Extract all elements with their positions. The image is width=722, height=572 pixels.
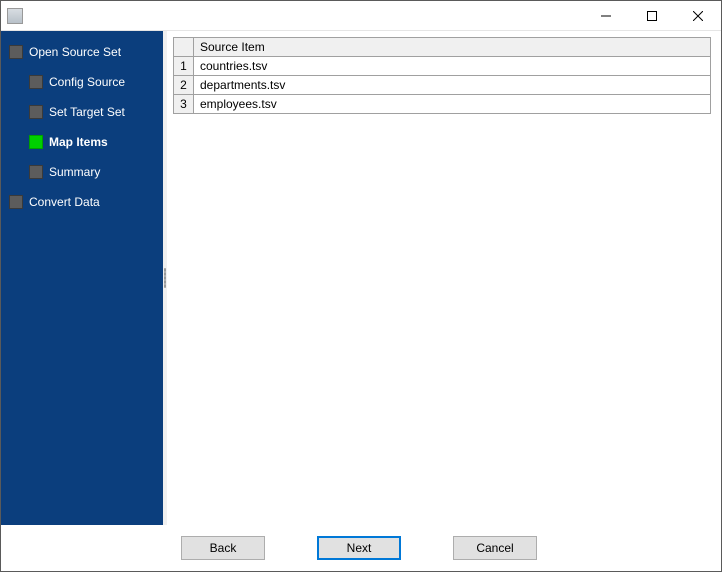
source-item-cell[interactable]: countries.tsv: [194, 57, 711, 76]
table-row[interactable]: 1 countries.tsv: [174, 57, 711, 76]
sidebar-item-label: Open Source Set: [29, 45, 121, 59]
titlebar: [1, 1, 721, 31]
source-item-cell[interactable]: departments.tsv: [194, 76, 711, 95]
row-number: 1: [174, 57, 194, 76]
row-number: 3: [174, 95, 194, 114]
cancel-button[interactable]: Cancel: [453, 536, 537, 560]
row-number: 2: [174, 76, 194, 95]
sidebar-item-config-source[interactable]: Config Source: [1, 71, 163, 93]
step-box-icon: [9, 195, 23, 209]
sidebar-item-set-target-set[interactable]: Set Target Set: [1, 101, 163, 123]
titlebar-left: [1, 8, 23, 24]
step-box-icon: [29, 135, 43, 149]
source-item-cell[interactable]: employees.tsv: [194, 95, 711, 114]
content-area: Open Source Set Config Source Set Target…: [1, 31, 721, 525]
main-panel: Source Item 1 countries.tsv 2 department…: [167, 31, 721, 525]
column-header-source-item[interactable]: Source Item: [194, 38, 711, 57]
source-item-table: Source Item 1 countries.tsv 2 department…: [173, 37, 711, 114]
sidebar-item-convert-data[interactable]: Convert Data: [1, 191, 163, 213]
sidebar-item-label: Map Items: [49, 135, 108, 149]
wizard-sidebar: Open Source Set Config Source Set Target…: [1, 31, 163, 525]
table-row[interactable]: 3 employees.tsv: [174, 95, 711, 114]
sidebar-item-label: Summary: [49, 165, 100, 179]
splitter[interactable]: [163, 31, 167, 525]
sidebar-item-label: Config Source: [49, 75, 125, 89]
sidebar-item-open-source-set[interactable]: Open Source Set: [1, 41, 163, 63]
sidebar-item-label: Convert Data: [29, 195, 100, 209]
wizard-button-bar: Back Next Cancel: [1, 525, 721, 571]
next-button[interactable]: Next: [317, 536, 401, 560]
step-box-icon: [29, 105, 43, 119]
minimize-button[interactable]: [583, 1, 629, 30]
app-window: Open Source Set Config Source Set Target…: [0, 0, 722, 572]
sidebar-item-summary[interactable]: Summary: [1, 161, 163, 183]
step-box-icon: [29, 75, 43, 89]
back-button[interactable]: Back: [181, 536, 265, 560]
maximize-button[interactable]: [629, 1, 675, 30]
table-row[interactable]: 2 departments.tsv: [174, 76, 711, 95]
step-box-icon: [9, 45, 23, 59]
sidebar-item-label: Set Target Set: [49, 105, 125, 119]
step-box-icon: [29, 165, 43, 179]
row-number-header: [174, 38, 194, 57]
app-icon: [7, 8, 23, 24]
window-controls: [583, 1, 721, 30]
sidebar-item-map-items[interactable]: Map Items: [1, 131, 163, 153]
close-button[interactable]: [675, 1, 721, 30]
